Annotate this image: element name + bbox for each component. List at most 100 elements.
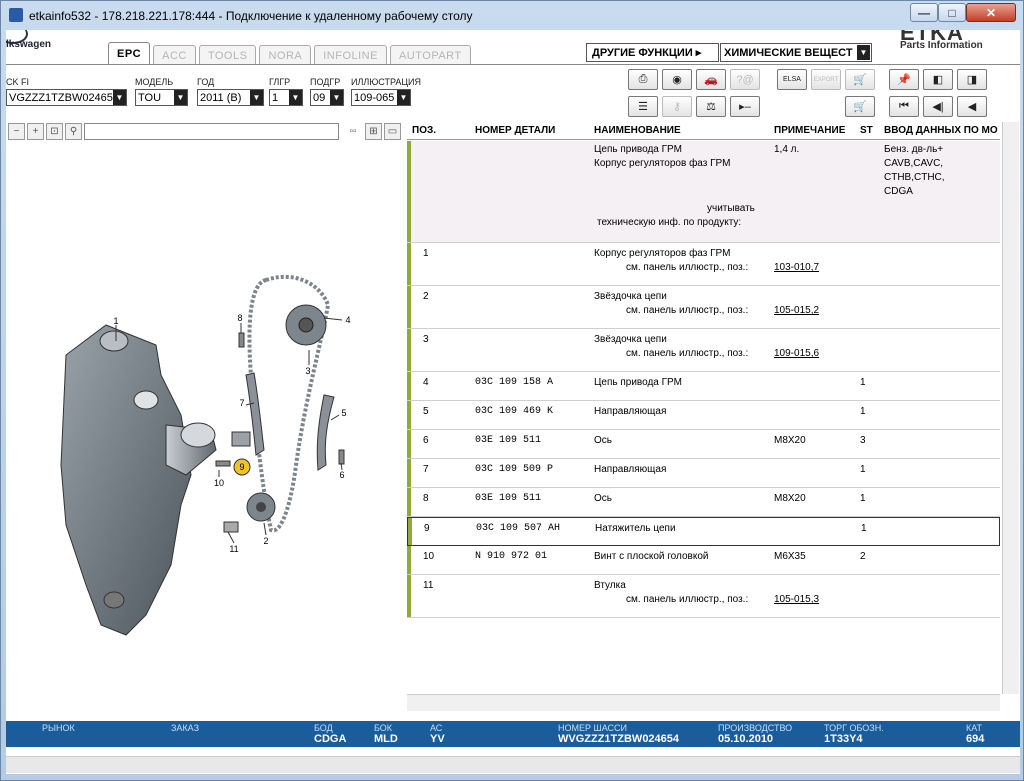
tab-nora[interactable]: NORA: [259, 45, 312, 65]
row-pos: 10: [423, 551, 435, 562]
single-view-icon[interactable]: ▭: [384, 123, 401, 140]
row-cross-ref-link[interactable]: 105-015,2: [774, 305, 819, 316]
zoom-fit-icon[interactable]: ⊡: [46, 123, 63, 140]
expand-collapse-button[interactable]: ▸–: [730, 96, 760, 117]
table-row[interactable]: 2 Звёздочка цепи см. панель иллюстр., поз.…: [407, 286, 1000, 329]
maximize-button[interactable]: □: [938, 3, 966, 22]
title-bar[interactable]: etkainfo532 - 178.218.221.178:444 - Подк…: [1, 1, 1024, 29]
scale-button[interactable]: ⚖: [696, 96, 726, 117]
next-page-button[interactable]: ◨: [957, 69, 987, 90]
tab-autopart[interactable]: AUTOPART: [389, 45, 471, 65]
header-row-note: 1,4 л.: [774, 144, 800, 155]
main-group-select[interactable]: 1 ▼: [269, 89, 303, 106]
back-button[interactable]: ◀|: [923, 96, 953, 117]
cart-button[interactable]: 🛒: [845, 96, 875, 117]
row-name: Ось: [594, 435, 612, 446]
rdp-horizontal-scrollbar[interactable]: [6, 756, 1020, 773]
cart-add-button[interactable]: 🛒: [845, 69, 875, 90]
col-model-data[interactable]: ВВОД ДАННЫХ ПО МО: [884, 125, 998, 136]
callout-label[interactable]: 2: [263, 536, 268, 546]
callout-label[interactable]: 9: [239, 462, 244, 472]
row-part-number[interactable]: 03C 109 469 K: [475, 406, 553, 417]
parts-illustration[interactable]: 1 2 3 4 5 6 7 8 9 10 11: [6, 145, 406, 705]
chevron-down-icon: ▼: [113, 90, 126, 105]
callout-label[interactable]: 3: [305, 366, 310, 376]
row-part-number[interactable]: 03E 109 511: [475, 435, 541, 446]
help-icon: ?@: [736, 73, 754, 86]
row-part-number[interactable]: 03C 109 509 P: [475, 464, 553, 475]
row-part-number[interactable]: 03E 109 511: [475, 493, 541, 504]
list-button[interactable]: ☰: [628, 96, 658, 117]
row-part-number[interactable]: N 910 972 01: [475, 551, 547, 562]
year-select[interactable]: 2011 (B) ▼: [197, 89, 264, 106]
vehicle-button[interactable]: 🚗: [696, 69, 726, 90]
table-row[interactable]: 3 Звёздочка цепи см. панель иллюстр., поз.…: [407, 329, 1000, 372]
table-row[interactable]: 5 03C 109 469 K Направляющая 1: [407, 401, 1000, 430]
table-row[interactable]: 1 Корпус регуляторов фаз ГРМ см. панель ил…: [407, 243, 1000, 286]
callout-label[interactable]: 11: [229, 544, 238, 554]
table-row[interactable]: 4 03C 109 158 A Цепь привода ГРМ 1: [407, 372, 1000, 401]
table-header-row[interactable]: Цепь привода ГРМ Корпус регуляторов фаз …: [407, 141, 1000, 243]
illustration-select[interactable]: 109-065 ▼: [351, 89, 411, 106]
tab-infoline[interactable]: INFOLINE: [314, 45, 387, 65]
row-cross-ref-link[interactable]: 109-015,6: [774, 348, 819, 359]
table-row[interactable]: 9 03C 109 507 AH Натяжитель цепи 1: [407, 517, 1000, 546]
row-cross-ref-link[interactable]: 105-015,3: [774, 594, 819, 605]
subgroup-select[interactable]: 09 ▼: [310, 89, 344, 106]
callout-label[interactable]: 6: [339, 470, 344, 480]
horizontal-scrollbar[interactable]: [407, 694, 1000, 711]
chain-tensioner: [231, 431, 251, 447]
table-row[interactable]: 11 Втулка см. панель иллюстр., поз.: 105-01…: [407, 575, 1000, 618]
zoom-out-icon[interactable]: −: [8, 123, 25, 140]
zoom-in-icon[interactable]: +: [27, 123, 44, 140]
pin-button[interactable]: 📌: [889, 69, 919, 90]
split-view-icon[interactable]: ⊞: [365, 123, 382, 140]
row-marker: [407, 401, 411, 429]
tab-tools[interactable]: TOOLS: [198, 45, 257, 65]
vin-select[interactable]: VGZZZ1TZBW02465 ▼: [6, 89, 127, 106]
callout-label[interactable]: 4: [345, 315, 350, 325]
illustration-search-input[interactable]: [84, 123, 339, 140]
first-button[interactable]: ⏮: [889, 96, 919, 117]
row-cross-ref-link[interactable]: 103-010,7: [774, 262, 819, 273]
row-name: Натяжитель цепи: [595, 523, 676, 534]
callout-label[interactable]: 7: [239, 398, 244, 408]
callout-label[interactable]: 5: [341, 408, 346, 418]
table-row[interactable]: 10 N 910 972 01 Винт с плоской головкой M6X…: [407, 546, 1000, 575]
print-button[interactable]: ⎙: [628, 69, 658, 90]
elsa-button[interactable]: ELSA: [777, 69, 807, 90]
col-st[interactable]: ST: [860, 125, 873, 136]
tab-epc[interactable]: EPC: [108, 42, 151, 65]
gearbox-value: MLD: [374, 733, 398, 745]
col-note[interactable]: ПРИМЕЧАНИЕ: [774, 125, 845, 136]
key-button[interactable]: ⚷: [662, 96, 692, 117]
callout-label[interactable]: 8: [237, 313, 242, 323]
history-button[interactable]: ◉: [662, 69, 692, 90]
vertical-scrollbar[interactable]: [1002, 122, 1019, 694]
table-row[interactable]: 7 03C 109 509 P Направляющая 1: [407, 459, 1000, 488]
col-pos[interactable]: ПОЗ.: [412, 125, 436, 136]
close-button[interactable]: ✕: [966, 3, 1016, 22]
crank-sprocket-hub: [256, 502, 266, 512]
vin-label: CK FI: [6, 77, 30, 87]
table-row[interactable]: 6 03E 109 511 Ось M8X20 3: [407, 430, 1000, 459]
minimize-button[interactable]: —: [910, 3, 938, 22]
col-part-number[interactable]: НОМЕР ДЕТАЛИ: [475, 125, 555, 136]
row-part-number[interactable]: 03C 109 158 A: [475, 377, 553, 388]
chemicals-select[interactable]: ХИМИЧЕСКИЕ ВЕЩЕСТ ▼: [720, 43, 872, 62]
thumbnails-icon[interactable]: ▫▫: [343, 123, 363, 140]
callout-label[interactable]: 10: [214, 478, 224, 488]
callout-label[interactable]: 1: [113, 316, 118, 326]
tab-acc[interactable]: ACC: [153, 45, 196, 65]
other-functions-menu[interactable]: ДРУГИЕ ФУНКЦИИ ▸: [586, 43, 719, 62]
previous-button[interactable]: ◀: [957, 96, 987, 117]
export-icon: EXPORT: [813, 76, 839, 83]
col-name[interactable]: НАИМЕНОВАНИЕ: [594, 125, 681, 136]
table-row[interactable]: 8 03E 109 511 Ось M8X20 1: [407, 488, 1000, 517]
search-icon[interactable]: ⚲: [65, 123, 82, 140]
help-button[interactable]: ?@: [730, 69, 760, 90]
export-button[interactable]: EXPORT: [811, 69, 841, 90]
prev-page-button[interactable]: ◧: [923, 69, 953, 90]
row-part-number[interactable]: 03C 109 507 AH: [476, 523, 560, 534]
model-select[interactable]: TOU ▼: [135, 89, 188, 106]
